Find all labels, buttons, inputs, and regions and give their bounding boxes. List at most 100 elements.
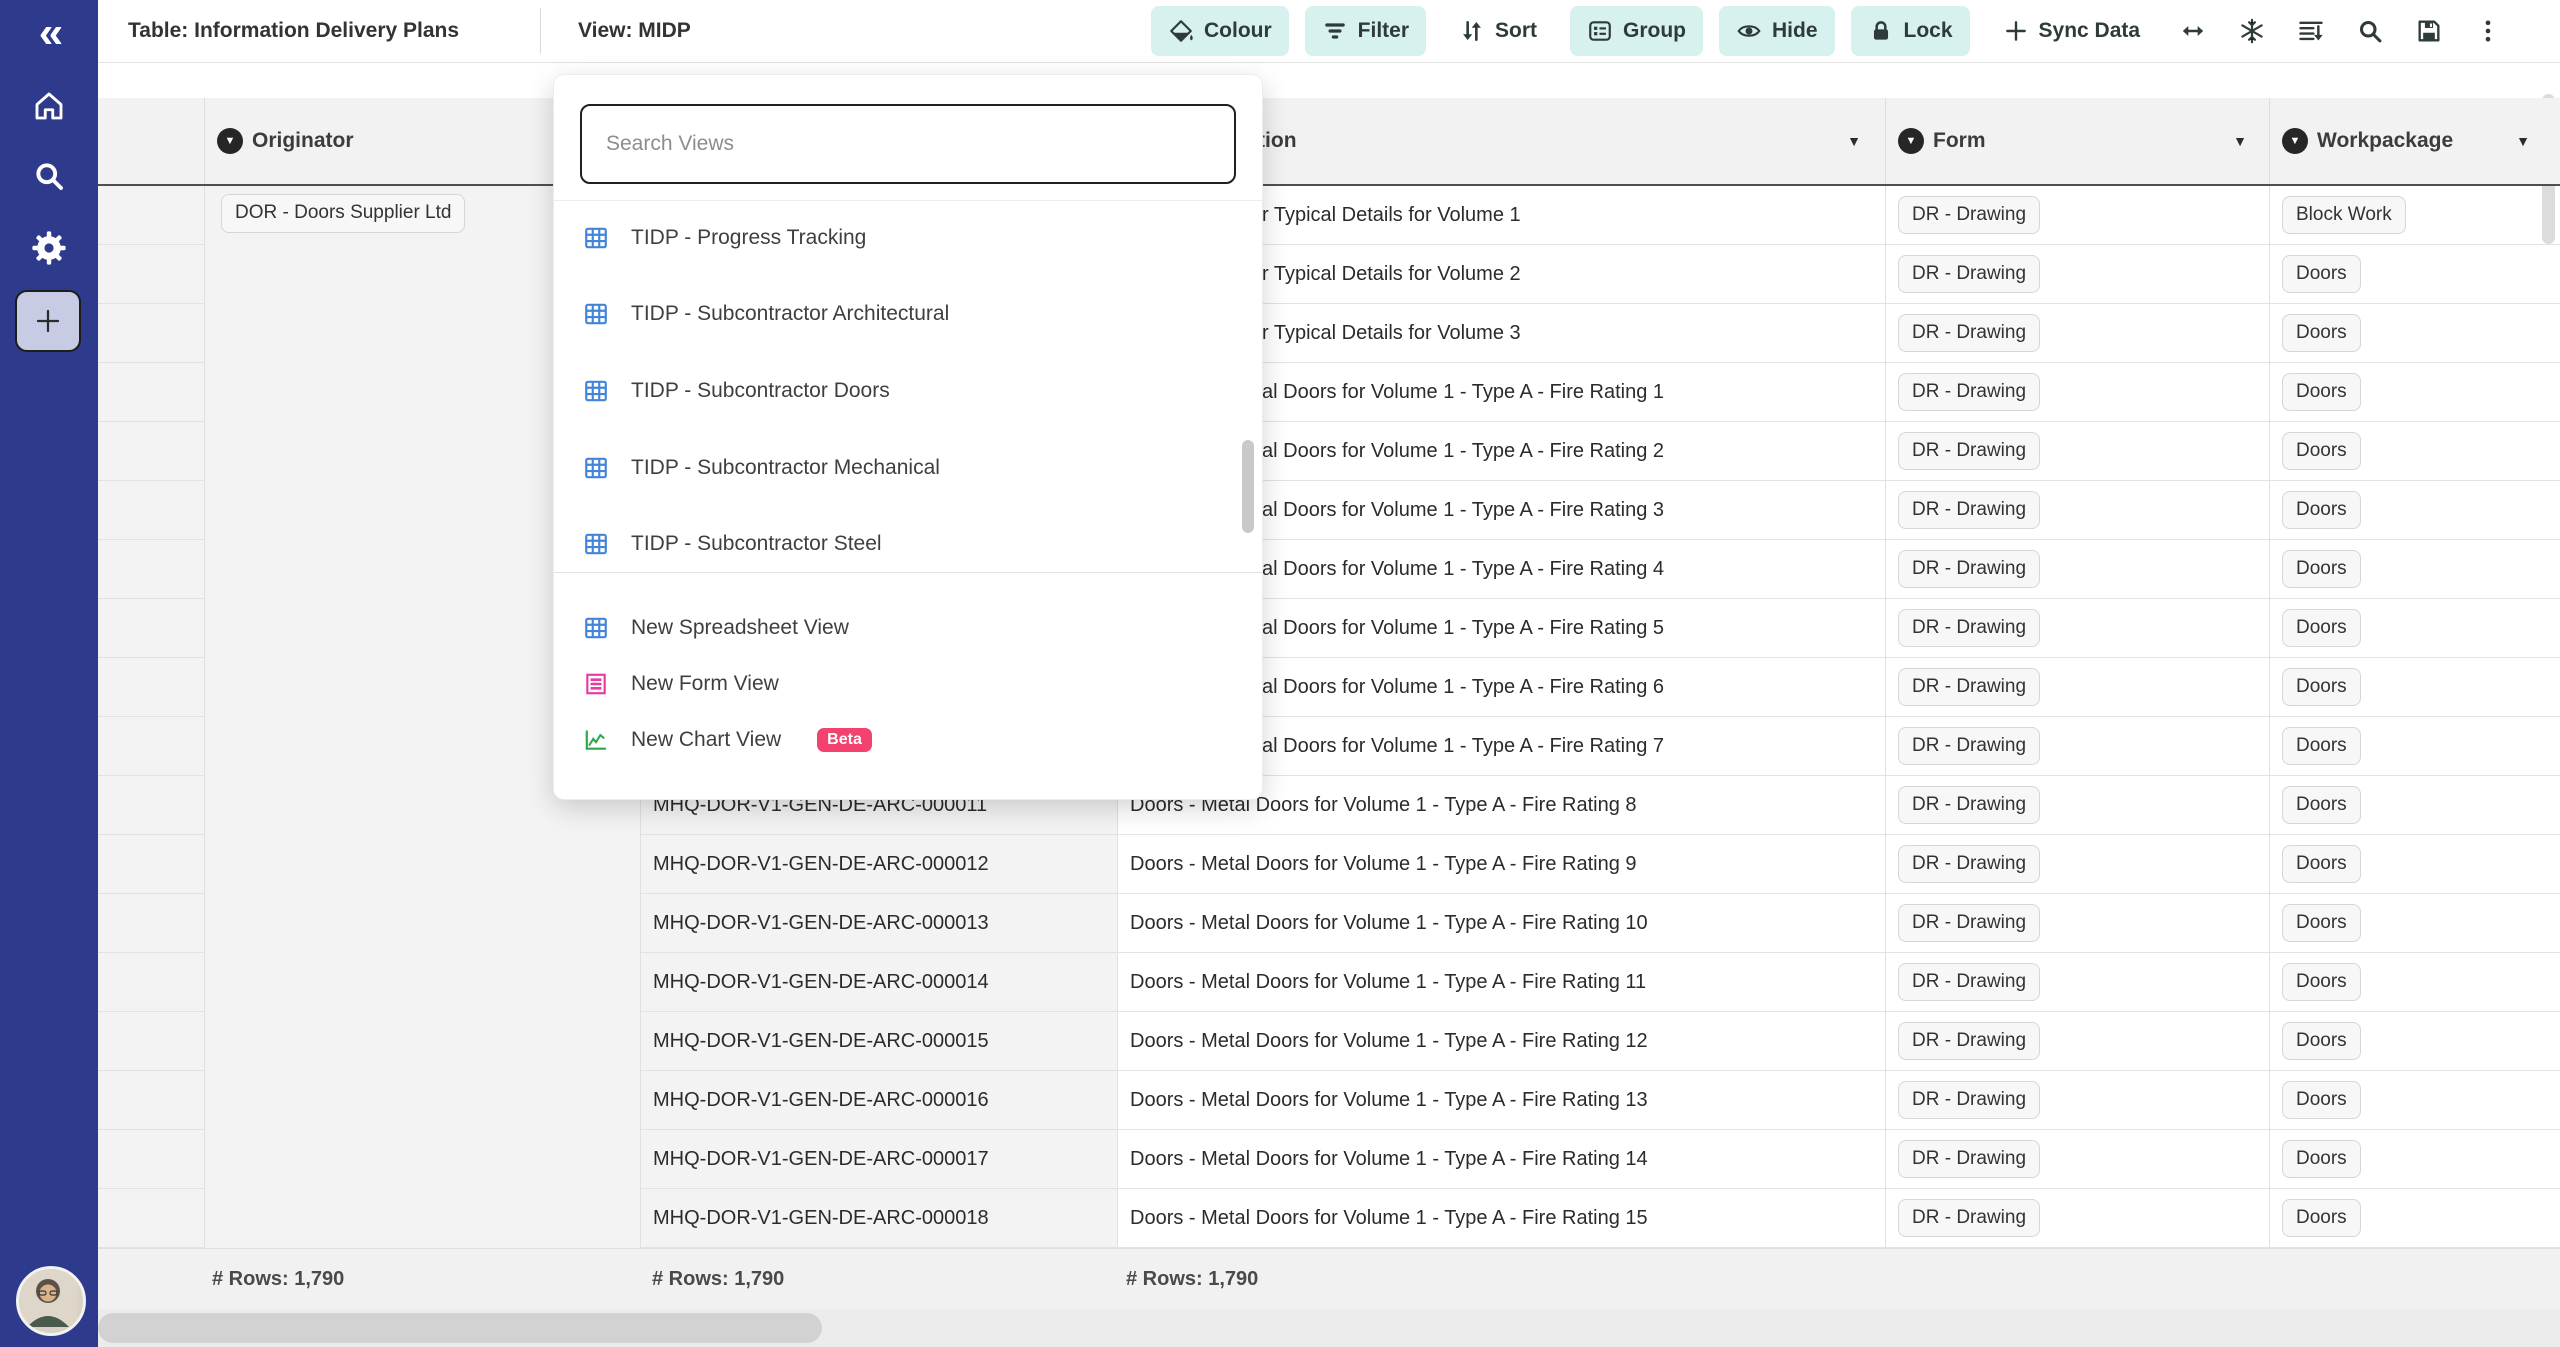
- form-cell[interactable]: DR - Drawing: [1886, 1189, 2269, 1248]
- workpackage-cell[interactable]: Doors: [2270, 304, 2560, 363]
- form-cell[interactable]: DR - Drawing: [1886, 304, 2269, 363]
- row-gutter-cell[interactable]: [98, 186, 204, 245]
- form-cell[interactable]: DR - Drawing: [1886, 1071, 2269, 1130]
- sync-data-button[interactable]: Sync Data: [1986, 6, 2158, 56]
- new-chart-view-button[interactable]: New Chart ViewBeta: [554, 714, 1244, 766]
- arrows-horizontal-button[interactable]: [2176, 11, 2210, 51]
- sidebar-item-settings[interactable]: [0, 226, 98, 270]
- colour-button[interactable]: Colour: [1151, 6, 1289, 56]
- collapse-sidebar-button[interactable]: «: [0, 10, 98, 56]
- workpackage-cell[interactable]: Doors: [2270, 658, 2560, 717]
- form-cell[interactable]: DR - Drawing: [1886, 363, 2269, 422]
- document-number-cell[interactable]: MHQ-DOR-V1-GEN-DE-ARC-000014: [641, 953, 1117, 1012]
- row-gutter-cell[interactable]: [98, 599, 204, 658]
- row-gutter-cell[interactable]: [98, 953, 204, 1012]
- row-gutter-cell[interactable]: [98, 776, 204, 835]
- description-cell[interactable]: Doors - Metal Doors for Volume 1 - Type …: [1118, 894, 1885, 953]
- workpackage-cell[interactable]: Doors: [2270, 245, 2560, 304]
- new-form-view-button[interactable]: New Form View: [554, 658, 1244, 710]
- description-cell[interactable]: Doors - Metal Doors for Volume 1 - Type …: [1118, 1012, 1885, 1071]
- workpackage-cell[interactable]: Doors: [2270, 717, 2560, 776]
- row-gutter-cell[interactable]: [98, 540, 204, 599]
- sidebar-item-search[interactable]: [0, 154, 98, 198]
- description-cell[interactable]: Doors - Metal Doors for Volume 1 - Type …: [1118, 1071, 1885, 1130]
- form-cell[interactable]: DR - Drawing: [1886, 186, 2269, 245]
- workpackage-cell[interactable]: Block Work: [2270, 186, 2560, 245]
- views-scrollbar-thumb[interactable]: [1242, 440, 1254, 533]
- group-button[interactable]: Group: [1570, 6, 1703, 56]
- form-cell[interactable]: DR - Drawing: [1886, 245, 2269, 304]
- form-cell[interactable]: DR - Drawing: [1886, 776, 2269, 835]
- workpackage-cell[interactable]: Doors: [2270, 599, 2560, 658]
- row-gutter-cell[interactable]: [98, 658, 204, 717]
- horizontal-scrollbar[interactable]: [98, 1309, 2560, 1347]
- workpackage-cell[interactable]: Doors: [2270, 422, 2560, 481]
- form-cell[interactable]: DR - Drawing: [1886, 422, 2269, 481]
- workpackage-cell[interactable]: Doors: [2270, 894, 2560, 953]
- workpackage-cell[interactable]: Doors: [2270, 481, 2560, 540]
- row-gutter-cell[interactable]: [98, 835, 204, 894]
- row-gutter-cell[interactable]: [98, 422, 204, 481]
- sort-button[interactable]: Sort: [1442, 6, 1554, 56]
- row-gutter-cell[interactable]: [98, 1189, 204, 1248]
- row-height-button[interactable]: [2294, 11, 2328, 51]
- form-cell[interactable]: DR - Drawing: [1886, 481, 2269, 540]
- form-cell[interactable]: DR - Drawing: [1886, 835, 2269, 894]
- workpackage-cell[interactable]: Doors: [2270, 776, 2560, 835]
- form-cell[interactable]: DR - Drawing: [1886, 658, 2269, 717]
- row-gutter-cell[interactable]: [98, 894, 204, 953]
- view-title[interactable]: View: MIDP: [578, 0, 691, 62]
- add-project-button[interactable]: [15, 290, 81, 352]
- hide-button[interactable]: Hide: [1719, 6, 1835, 56]
- workpackage-cell[interactable]: Doors: [2270, 1071, 2560, 1130]
- row-gutter-cell[interactable]: [98, 245, 204, 304]
- form-cell[interactable]: DR - Drawing: [1886, 894, 2269, 953]
- filter-button[interactable]: Filter: [1305, 6, 1426, 56]
- row-gutter-cell[interactable]: [98, 481, 204, 540]
- workpackage-cell[interactable]: Doors: [2270, 1012, 2560, 1071]
- column-header-form[interactable]: ▼ Form ▼: [1886, 98, 2270, 184]
- new-spreadsheet-view-button[interactable]: New Spreadsheet View: [554, 602, 1244, 654]
- row-gutter-cell[interactable]: [98, 1130, 204, 1189]
- document-number-cell[interactable]: MHQ-DOR-V1-GEN-DE-ARC-000017: [641, 1130, 1117, 1189]
- column-menu-caret[interactable]: ▼: [2516, 98, 2530, 184]
- document-number-cell[interactable]: MHQ-DOR-V1-GEN-DE-ARC-000016: [641, 1071, 1117, 1130]
- description-cell[interactable]: Doors - Metal Doors for Volume 1 - Type …: [1118, 953, 1885, 1012]
- workpackage-cell[interactable]: Doors: [2270, 1189, 2560, 1248]
- row-gutter-cell[interactable]: [98, 363, 204, 422]
- view-item-tidp-subcontractor-steel[interactable]: TIDP - Subcontractor Steel: [554, 505, 1244, 582]
- document-number-cell[interactable]: MHQ-DOR-V1-GEN-DE-ARC-000018: [641, 1189, 1117, 1248]
- column-menu-caret[interactable]: ▼: [2233, 98, 2247, 184]
- kebab-menu-button[interactable]: [2471, 11, 2505, 51]
- form-cell[interactable]: DR - Drawing: [1886, 953, 2269, 1012]
- row-gutter-cell[interactable]: [98, 717, 204, 776]
- row-gutter-cell[interactable]: [98, 304, 204, 363]
- description-cell[interactable]: Doors - Metal Doors for Volume 1 - Type …: [1118, 1189, 1885, 1248]
- row-gutter-cell[interactable]: [98, 1071, 204, 1130]
- user-avatar[interactable]: [16, 1266, 86, 1336]
- form-cell[interactable]: DR - Drawing: [1886, 599, 2269, 658]
- row-gutter-cell[interactable]: [98, 1012, 204, 1071]
- view-item-tidp-subcontractor-architectural[interactable]: TIDP - Subcontractor Architectural: [554, 275, 1244, 352]
- column-header-workpackage[interactable]: ▼ Workpackage ▼: [2270, 98, 2560, 184]
- form-cell[interactable]: DR - Drawing: [1886, 540, 2269, 599]
- search-button[interactable]: [2353, 11, 2387, 51]
- description-cell[interactable]: Doors - Metal Doors for Volume 1 - Type …: [1118, 835, 1885, 894]
- view-item-tidp-progress-tracking[interactable]: TIDP - Progress Tracking: [554, 199, 1244, 276]
- document-number-cell[interactable]: MHQ-DOR-V1-GEN-DE-ARC-000012: [641, 835, 1117, 894]
- description-cell[interactable]: Doors - Metal Doors for Volume 1 - Type …: [1118, 1130, 1885, 1189]
- workpackage-cell[interactable]: Doors: [2270, 953, 2560, 1012]
- sidebar-item-home[interactable]: [0, 84, 98, 128]
- workpackage-cell[interactable]: Doors: [2270, 835, 2560, 894]
- form-cell[interactable]: DR - Drawing: [1886, 1012, 2269, 1071]
- form-cell[interactable]: DR - Drawing: [1886, 717, 2269, 776]
- document-number-cell[interactable]: MHQ-DOR-V1-GEN-DE-ARC-000015: [641, 1012, 1117, 1071]
- workpackage-cell[interactable]: Doors: [2270, 540, 2560, 599]
- views-search-input[interactable]: [580, 104, 1236, 184]
- column-menu-caret[interactable]: ▼: [1847, 98, 1861, 184]
- document-number-cell[interactable]: MHQ-DOR-V1-GEN-DE-ARC-000013: [641, 894, 1117, 953]
- row-gutter-header[interactable]: [98, 98, 205, 184]
- freeze-button[interactable]: [2235, 11, 2269, 51]
- view-item-tidp-subcontractor-mechanical[interactable]: TIDP - Subcontractor Mechanical: [554, 429, 1244, 506]
- form-cell[interactable]: DR - Drawing: [1886, 1130, 2269, 1189]
